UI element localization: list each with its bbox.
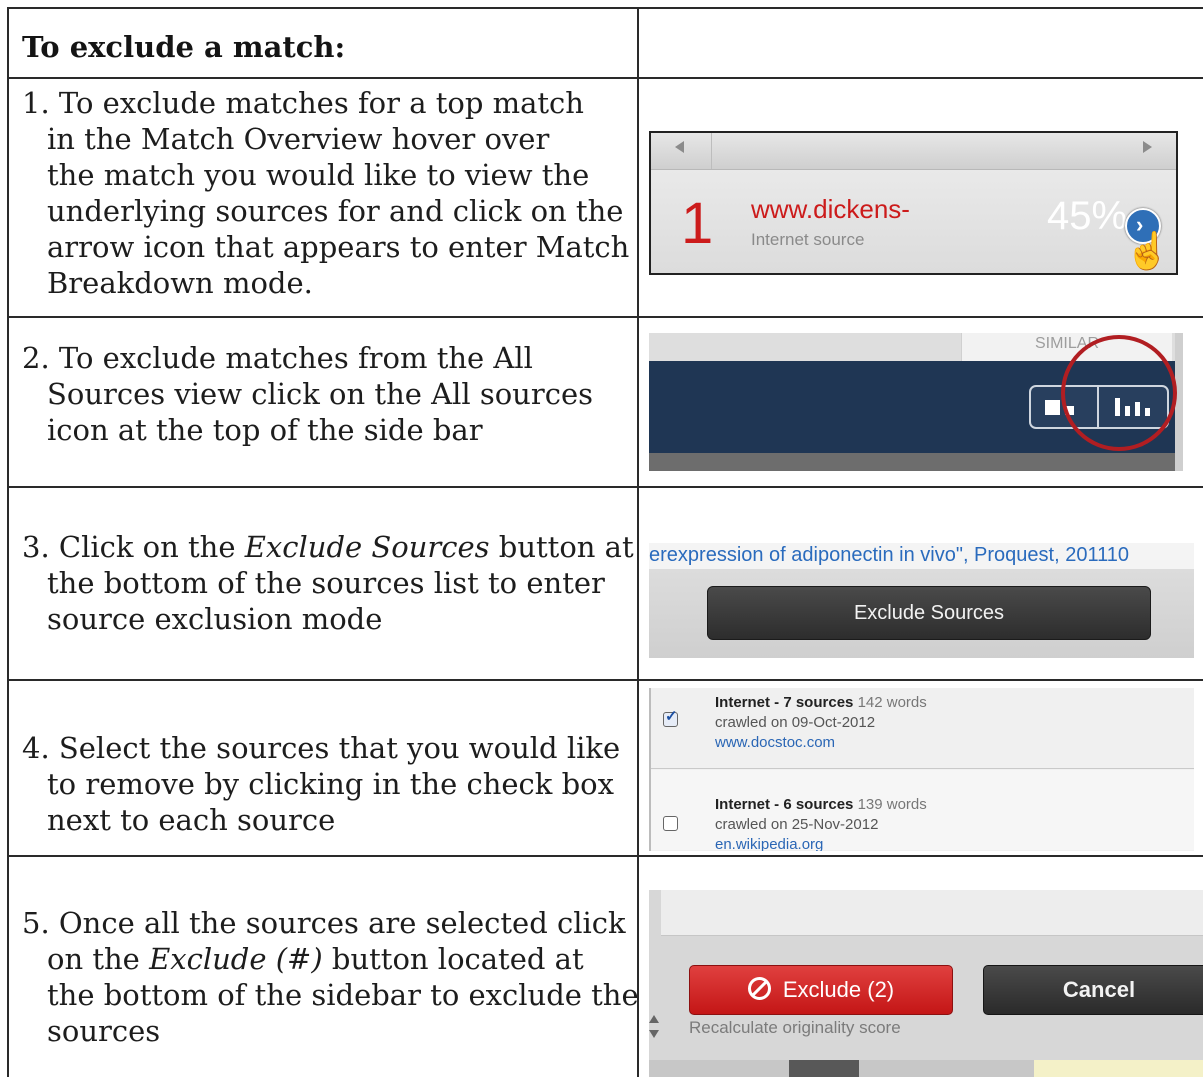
section-heading: To exclude a match: — [22, 30, 346, 64]
step-line: Once all the sources are selected click — [58, 906, 626, 940]
step-number: 4. — [22, 731, 50, 765]
source-checkbox[interactable]: ✓ — [663, 708, 678, 727]
source-url[interactable]: www.docstoc.com — [715, 734, 835, 751]
table-border-left — [7, 7, 9, 1077]
source-selection-screenshot: ✓ Internet - 7 sources 142 words crawled… — [649, 688, 1194, 851]
list-item[interactable]: Internet - 6 sources 139 words crawled o… — [649, 770, 1194, 851]
divider — [649, 688, 651, 851]
source-title: Internet - 6 sources — [715, 796, 854, 813]
exclude-action-screenshot: Exclude (2) Cancel Recalculate originali… — [649, 890, 1203, 1077]
sidebar-toolbar-screenshot: SIMILAR — [649, 333, 1183, 471]
step-line: source exclusion mode — [47, 602, 383, 636]
scroll-left-icon — [675, 141, 684, 153]
crawl-date: crawled on 25-Nov-2012 — [715, 816, 879, 833]
step-3-text: 3. Click on the Exclude Sources button a… — [22, 529, 634, 637]
step-line: in the Match Overview hover over — [47, 122, 550, 156]
crawl-date: crawled on 09-Oct-2012 — [715, 714, 876, 731]
step-1-text: 1. To exclude matches for a top match in… — [22, 85, 629, 301]
panel-header — [661, 890, 1203, 936]
step-2-text: 2. To exclude matches from the All Sourc… — [22, 340, 593, 448]
row-divider — [7, 486, 1203, 488]
word-count: 142 words — [857, 694, 927, 711]
instruction-table: To exclude a match: 1. To exclude matche… — [0, 0, 1203, 1077]
table-border-top — [7, 7, 1203, 9]
source-title-line: Internet - 7 sources 142 words — [715, 694, 927, 711]
step-line: To exclude matches for a top match — [58, 86, 584, 120]
step-line: button at — [489, 530, 634, 564]
highlight-circle — [1061, 335, 1177, 451]
cancel-button[interactable]: Cancel — [983, 965, 1203, 1015]
step-line: Sources view click on the All sources — [47, 377, 594, 411]
button-label: Exclude (2) — [782, 977, 895, 1002]
step-line: To exclude matches from the All — [58, 341, 533, 375]
step-number: 5. — [22, 906, 50, 940]
hand-cursor-icon: ☝ — [1125, 230, 1170, 271]
match-percent: 45% — [1047, 194, 1128, 238]
scroll-up-icon[interactable] — [649, 1015, 659, 1023]
button-reference: Exclude Sources — [244, 530, 490, 564]
match-source-type: Internet source — [751, 230, 865, 249]
step-line: arrow icon that appears to enter Match — [47, 230, 630, 264]
source-checkbox[interactable] — [663, 816, 678, 831]
row-divider — [7, 679, 1203, 681]
row-divider — [7, 77, 1203, 79]
ban-icon — [747, 977, 771, 1000]
toolbar-strip — [649, 1060, 1203, 1077]
match-overview-screenshot: 1 www.dickens- Internet source 45% › ☝ — [649, 131, 1178, 275]
scroll-down-icon[interactable] — [649, 1030, 659, 1038]
step-line: button located at — [322, 942, 584, 976]
step-line: next to each source — [47, 803, 336, 837]
step-line: on the — [47, 942, 150, 976]
step-line: Click on the — [58, 530, 245, 564]
match-row[interactable]: 1 www.dickens- Internet source 45% › ☝ — [651, 170, 1176, 273]
row-divider — [7, 855, 1203, 857]
exclude-sources-button[interactable]: Exclude Sources — [707, 586, 1151, 640]
step-line: to remove by clicking in the check box — [47, 767, 614, 801]
source-url[interactable]: en.wikipedia.org — [715, 836, 823, 851]
step-line: sources — [47, 1014, 161, 1048]
step-line: underlying sources for and click on the — [47, 194, 624, 228]
step-number: 3. — [22, 530, 50, 564]
step-number: 2. — [22, 341, 50, 375]
step-line: Select the sources that you would like — [58, 731, 621, 765]
source-citation-link[interactable]: erexpression of adiponectin in vivo", Pr… — [649, 543, 1194, 569]
match-source: www.dickens- — [751, 194, 910, 224]
step-line: icon at the top of the side bar — [47, 413, 483, 447]
step-line: Breakdown mode. — [47, 266, 313, 300]
source-title: Internet - 7 sources — [715, 694, 854, 711]
step-line: the bottom of the sidebar to exclude the — [47, 978, 639, 1012]
panel-header — [651, 133, 1176, 170]
sources-list-screenshot: erexpression of adiponectin in vivo", Pr… — [649, 543, 1194, 658]
divider — [711, 133, 712, 169]
word-count: 139 words — [857, 796, 927, 813]
exclude-count-button[interactable]: Exclude (2) — [689, 965, 953, 1015]
step-4-text: 4. Select the sources that you would lik… — [22, 730, 620, 838]
scroll-right-icon — [1143, 141, 1152, 153]
step-line: the bottom of the sources list to enter — [47, 566, 605, 600]
recalculate-link[interactable]: Recalculate originality score — [689, 1018, 901, 1038]
source-title-line: Internet - 6 sources 139 words — [715, 796, 927, 813]
step-line: the match you would like to view the — [47, 158, 590, 192]
step-5-text: 5. Once all the sources are selected cli… — [22, 905, 639, 1049]
toolbar-bottom — [649, 453, 1175, 471]
row-divider — [7, 316, 1203, 318]
list-item[interactable]: ✓ Internet - 7 sources 142 words crawled… — [649, 688, 1194, 769]
step-number: 1. — [22, 86, 50, 120]
match-rank: 1 — [681, 191, 714, 256]
button-reference: Exclude (#) — [149, 942, 323, 976]
